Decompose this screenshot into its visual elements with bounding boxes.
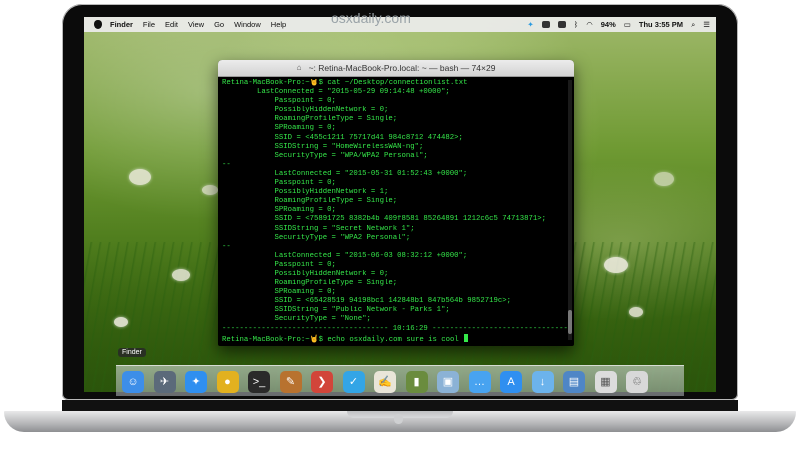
terminal-line: SSID = <65428519 94198bc1 142848b1 847b5… <box>222 297 512 306</box>
terminal-output[interactable]: Retina-MacBook-Pro:~🤘$ cat ~/Desktop/con… <box>218 77 574 343</box>
trash-icon[interactable]: ♲ <box>626 371 648 393</box>
terminal-line: SSIDString = "HomeWirelessWAN-ng"; <box>222 142 424 151</box>
battery-percent[interactable]: 94% <box>601 20 616 29</box>
terminal-line: Retina-MacBook-Pro:~🤘$ cat ~/Desktop/con… <box>222 79 468 87</box>
terminal-line: SPRoaming = 0; <box>222 124 336 133</box>
textedit-icon[interactable]: ✍ <box>374 371 396 393</box>
notification-center-icon[interactable]: ☰ <box>703 20 710 29</box>
bluetooth-icon[interactable]: ᛒ <box>574 20 579 29</box>
watermark-text: osxdaily.com <box>331 10 411 26</box>
wallpaper-flower <box>202 185 218 195</box>
terminal-line: SecurityType = "WPA/WPA2 Personal"; <box>222 151 428 160</box>
app-store-icon[interactable]: A <box>500 371 522 393</box>
terminal-line: SSIDString = "Public Network - Parks 1"; <box>222 306 450 315</box>
apple-logo-icon <box>394 414 403 424</box>
battery-icon[interactable]: ▭ <box>624 20 631 29</box>
wallpaper-flower <box>604 257 628 273</box>
menu-help[interactable]: Help <box>271 20 286 29</box>
terminal-line: Passpoint = 0; <box>222 260 336 269</box>
status-icon[interactable] <box>557 21 566 28</box>
wallpaper-flower <box>654 172 674 186</box>
terminal-line: RoamingProfileType = Single; <box>222 197 398 206</box>
laptop-chin <box>62 400 738 411</box>
terminal-line: PossiblyHiddenNetwork = 0; <box>222 269 389 278</box>
pixelmator-icon[interactable]: ✎ <box>279 371 302 393</box>
terminal-line: RoamingProfileType = Single; <box>222 279 398 288</box>
terminal-line: -- <box>222 160 231 169</box>
terminal-line: SecurityType = "WPA2 Personal"; <box>222 233 411 242</box>
terminal-title: ~: Retina-MacBook-Pro.local: ~ — bash — … <box>308 63 496 73</box>
terminal-line: PossiblyHiddenNetwork = 0; <box>222 106 389 115</box>
terminal-line: -------------------------------------- 1… <box>222 324 568 333</box>
applications-folder-icon[interactable]: ▤ <box>563 371 585 393</box>
terminal-scrollbar[interactable] <box>568 80 572 340</box>
twitter-status-icon[interactable]: ✦ <box>527 20 533 29</box>
status-icon[interactable] <box>541 21 550 28</box>
home-folder-icon: ⌂ <box>296 63 302 72</box>
menu-window[interactable]: Window <box>234 20 261 29</box>
terminal-line: SSID = <75891725 8382b4b 409f8581 852648… <box>222 215 547 224</box>
terminal-line: RoamingProfileType = Single; <box>222 115 398 124</box>
wifi-icon[interactable]: ◠ <box>586 20 593 29</box>
terminal-line: Passpoint = 0; <box>222 97 336 106</box>
terminal-line: LastConnected = "2015-06-03 08:32:12 +00… <box>222 251 468 260</box>
menu-edit[interactable]: Edit <box>165 20 178 29</box>
terminal-line: -- <box>222 242 231 251</box>
wallpaper-flower <box>172 269 190 281</box>
menu-finder[interactable]: Finder <box>110 20 133 29</box>
terminal-line: SSIDString = "Secret Network 1"; <box>222 224 415 233</box>
terminal-line: LastConnected = "2015-05-29 09:14:48 +00… <box>222 88 450 97</box>
status-area: ✦ ᛒ ◠ 94% ▭ Thu 3:55 PM ⌕ ☰ <box>519 17 710 32</box>
terminal-titlebar[interactable]: ⌂ ~: Retina-MacBook-Pro.local: ~ — bash … <box>218 60 574 77</box>
spotlight-icon[interactable]: ⌕ <box>691 20 695 30</box>
apple-menu-icon[interactable] <box>94 20 102 29</box>
messages-icon[interactable]: … <box>468 371 491 393</box>
terminal-cursor <box>464 333 469 342</box>
tweetdeck-icon[interactable]: ❯ <box>311 371 333 393</box>
menu-go[interactable]: Go <box>214 20 224 29</box>
finder-icon[interactable]: ☺ <box>122 371 144 393</box>
menu-file[interactable]: File <box>143 20 155 29</box>
menubar-clock[interactable]: Thu 3:55 PM <box>639 20 683 29</box>
terminal-line: SPRoaming = 0; <box>222 206 336 215</box>
terminal-line: PossiblyHiddenNetwork = 1; <box>222 188 389 197</box>
terminal-line: Passpoint = 0; <box>222 179 336 188</box>
terminal-window[interactable]: ⌂ ~: Retina-MacBook-Pro.local: ~ — bash … <box>218 60 574 346</box>
terminal-line: SecurityType = "None"; <box>222 315 371 324</box>
preview-icon[interactable]: ▣ <box>437 371 459 393</box>
terminal-line: Retina-MacBook-Pro:~🤘$ echo osxdaily.com… <box>222 333 570 343</box>
dock-tooltip: Finder <box>118 348 146 357</box>
terminal-scroll-thumb[interactable] <box>568 310 572 334</box>
chrome-icon[interactable]: ● <box>216 371 239 393</box>
documents-icon[interactable]: ▦ <box>594 371 617 393</box>
books-icon[interactable]: ▮ <box>405 371 428 393</box>
terminal-icon[interactable]: >_ <box>248 371 270 393</box>
downloads-folder-icon[interactable]: ↓ <box>531 371 554 393</box>
safari-icon[interactable]: ✦ <box>185 371 207 393</box>
wallpaper-flower <box>629 307 643 317</box>
terminal-line: SPRoaming = 0; <box>222 288 336 297</box>
wallpaper-flower <box>114 317 128 327</box>
terminal-line: LastConnected = "2015-05-31 01:52:43 +00… <box>222 169 468 178</box>
menu-view[interactable]: View <box>188 20 204 29</box>
twitter-icon[interactable]: ✓ <box>342 371 365 393</box>
wallpaper-flower <box>129 169 151 185</box>
launchpad-icon[interactable]: ✈ <box>153 371 176 393</box>
terminal-line: SSID = <455c1211 75717d41 984c8712 47448… <box>222 133 463 142</box>
desktop-screen: Finder File Edit View Go Window Help ✦ ᛒ… <box>84 17 716 392</box>
